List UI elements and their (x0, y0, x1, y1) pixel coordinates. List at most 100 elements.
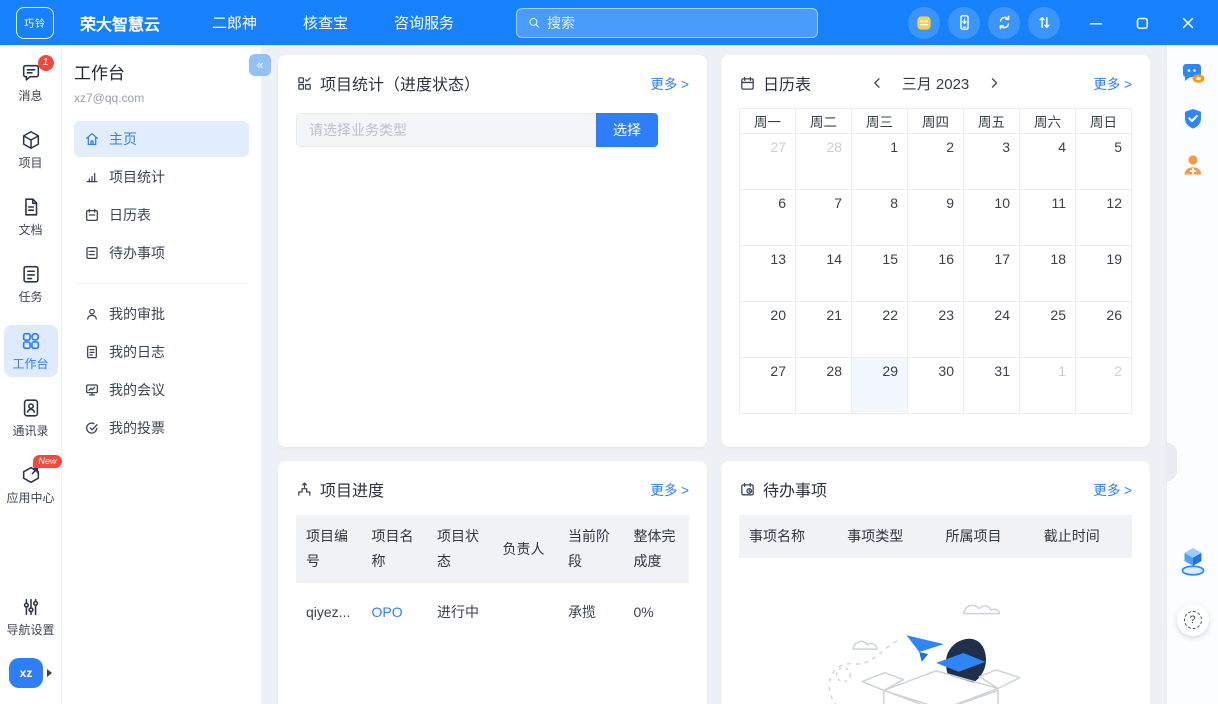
sidebar-item-nav-settings[interactable]: 导航设置 (4, 591, 58, 643)
calendar-day[interactable]: 6 (740, 190, 796, 246)
calendar-day[interactable]: 1 (1020, 358, 1076, 414)
workspace-item-my-journal[interactable]: 我的日志 (74, 334, 249, 370)
search-box[interactable] (516, 8, 818, 38)
calendar-day[interactable]: 1 (852, 134, 908, 190)
workspace-item-label: 项目统计 (109, 167, 165, 187)
verified-shield-button[interactable] (1179, 105, 1207, 133)
workspace-item-my-votes[interactable]: 我的投票 (74, 410, 249, 446)
project-name-link[interactable]: OPO (362, 583, 428, 641)
transfer-button[interactable] (1028, 7, 1060, 39)
add-contact-button[interactable] (1179, 151, 1207, 179)
select-button[interactable]: 选择 (596, 113, 658, 147)
avatar[interactable]: xz (9, 658, 43, 688)
calendar-day[interactable]: 15 (852, 246, 908, 302)
empty-state-illustration (808, 580, 1064, 704)
more-link[interactable]: 更多 > (1093, 73, 1132, 93)
calendar-day[interactable]: 9 (908, 190, 964, 246)
menu-item-erlangshen[interactable]: 二郎神 (212, 12, 257, 33)
calendar-day[interactable]: 26 (1076, 302, 1132, 358)
calendar-day[interactable]: 3 (964, 134, 1020, 190)
menu-item-hechabao[interactable]: 核查宝 (303, 12, 348, 33)
weekday-header: 周三 (852, 109, 908, 134)
workspace-item-todo[interactable]: 待办事项 (74, 235, 249, 271)
more-link[interactable]: 更多 > (1093, 479, 1132, 499)
calendar-day[interactable]: 28 (796, 134, 852, 190)
calendar-day[interactable]: 7 (796, 190, 852, 246)
business-type-input[interactable] (296, 113, 596, 147)
workspace-sidebar: « 工作台 xz7@qq.com 主页 项目统计 日历表 (62, 45, 262, 704)
calendar-day[interactable]: 29 (852, 358, 908, 414)
search-input[interactable] (547, 15, 807, 31)
calendar-day[interactable]: 16 (908, 246, 964, 302)
workspace-item-home[interactable]: 主页 (74, 121, 249, 157)
maximize-button[interactable] (1132, 13, 1152, 33)
calendar-day[interactable]: 5 (1076, 134, 1132, 190)
drawer-handle[interactable] (1167, 443, 1177, 481)
mobile-app-button[interactable] (948, 7, 980, 39)
calendar-day[interactable]: 20 (740, 302, 796, 358)
table-cell: 进行中 (427, 583, 493, 641)
calendar-day[interactable]: 17 (964, 246, 1020, 302)
calendar-day[interactable]: 27 (740, 134, 796, 190)
sidebar-item-messages[interactable]: 1 消息 (4, 57, 58, 109)
help-button[interactable]: ? (1177, 604, 1209, 636)
more-link[interactable]: 更多 > (650, 73, 689, 93)
calendar-day[interactable]: 18 (1020, 246, 1076, 302)
calendar-day[interactable]: 14 (796, 246, 852, 302)
calendar-day[interactable]: 24 (964, 302, 1020, 358)
calendar-day[interactable]: 2 (908, 134, 964, 190)
workspace-item-calendar[interactable]: 日历表 (74, 197, 249, 233)
calendar-day[interactable]: 31 (964, 358, 1020, 414)
sidebar-item-workbench[interactable]: 工作台 (4, 325, 58, 377)
calendar-day[interactable]: 8 (852, 190, 908, 246)
sidebar-item-projects[interactable]: 项目 (4, 124, 58, 176)
calendar-day[interactable]: 23 (908, 302, 964, 358)
chat-service-button[interactable] (1179, 59, 1207, 87)
sidebar-item-documents[interactable]: 文档 (4, 191, 58, 243)
workspace-item-label: 我的日志 (109, 342, 165, 362)
sidebar-item-tasks[interactable]: 任务 (4, 258, 58, 310)
calendar-grid-body: 2728123456789101112131415161718192021222… (740, 134, 1132, 414)
app-logo[interactable]: 巧铃 (16, 7, 54, 39)
calendar-day[interactable]: 28 (796, 358, 852, 414)
calendar-day[interactable]: 13 (740, 246, 796, 302)
notes-button[interactable] (908, 7, 940, 39)
calendar-day[interactable]: 27 (740, 358, 796, 414)
calendar-week-row: 13141516171819 (740, 246, 1132, 302)
calendar-day[interactable]: 4 (1020, 134, 1076, 190)
calendar-day[interactable]: 12 (1076, 190, 1132, 246)
next-month-button[interactable] (985, 74, 1003, 92)
user-area: xz (9, 658, 52, 688)
prev-month-button[interactable] (868, 74, 886, 92)
calendar-card: 日历表 三月 2023 更多 > 周一周二周三周四周五周六周日 (721, 55, 1150, 447)
calendar-week-row: 272812345 (740, 134, 1132, 190)
sidebar-item-app-center[interactable]: New 应用中心 (4, 459, 58, 511)
calendar-day[interactable]: 10 (964, 190, 1020, 246)
calendar-day[interactable]: 30 (908, 358, 964, 414)
menu-item-consulting[interactable]: 咨询服务 (394, 12, 454, 33)
sidebar-item-contacts[interactable]: 通讯录 (4, 392, 58, 444)
card-title-text: 项目统计（进度状态） (320, 71, 480, 95)
sync-button[interactable] (988, 7, 1020, 39)
workspace-item-my-approvals[interactable]: 我的审批 (74, 296, 249, 332)
workspace-item-label: 待办事项 (109, 243, 165, 263)
assistant-cube-button[interactable] (1176, 544, 1210, 578)
calendar-week-row: 272829303112 (740, 358, 1132, 414)
close-button[interactable] (1178, 13, 1198, 33)
calendar-day[interactable]: 21 (796, 302, 852, 358)
workspace-item-my-meetings[interactable]: 我的会议 (74, 372, 249, 408)
calendar-day[interactable]: 19 (1076, 246, 1132, 302)
collapse-sidebar-button[interactable]: « (249, 54, 271, 76)
calendar-day[interactable]: 25 (1020, 302, 1076, 358)
workspace-item-label: 我的投票 (109, 418, 165, 438)
calendar-day[interactable]: 2 (1076, 358, 1132, 414)
calendar-day[interactable]: 11 (1020, 190, 1076, 246)
avatar-expand-arrow[interactable] (47, 669, 52, 677)
more-link[interactable]: 更多 > (650, 479, 689, 499)
project-stats-card: 项目统计（进度状态） 更多 > 选择 (278, 55, 707, 447)
calendar-day[interactable]: 22 (852, 302, 908, 358)
workspace-item-project-stats[interactable]: 项目统计 (74, 159, 249, 195)
minimize-button[interactable] (1086, 13, 1106, 33)
todo-card: 待办事项 更多 > 事项名称事项类型所属项目截止时间 (721, 461, 1150, 704)
weekday-header: 周六 (1020, 109, 1076, 134)
